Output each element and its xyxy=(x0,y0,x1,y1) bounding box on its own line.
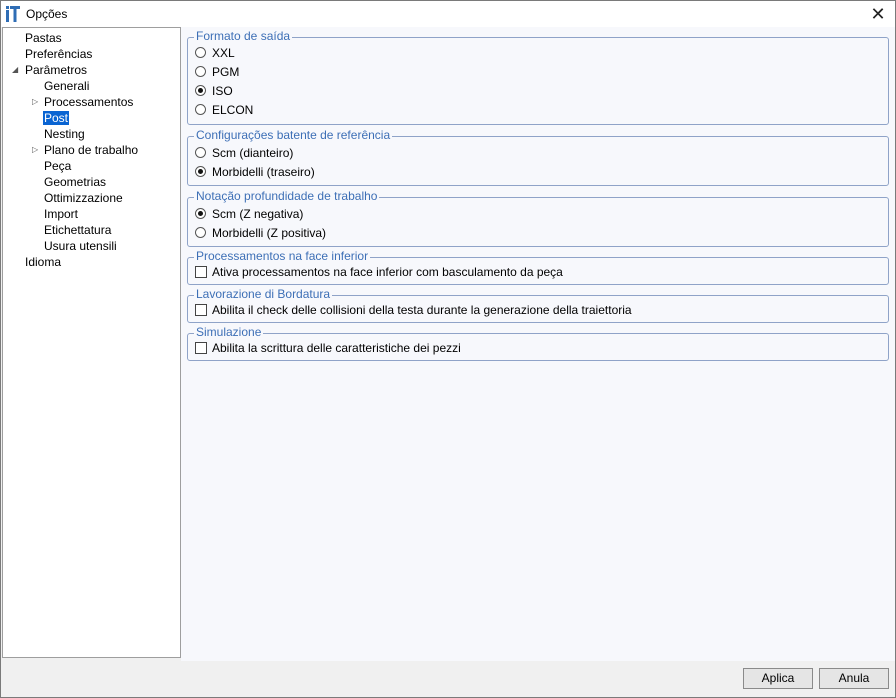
group-title: Lavorazione di Bordatura xyxy=(194,287,333,302)
tree-item-etichettatura[interactable]: Etichettatura xyxy=(43,222,112,238)
option-label: Morbidelli (traseiro) xyxy=(212,165,315,179)
tree-item-label: Peça xyxy=(44,159,72,173)
tree-item-label: Post xyxy=(43,111,70,125)
tree-item-label: Plano de trabalho xyxy=(44,143,139,157)
tree-item-label: Geometrias xyxy=(44,175,107,189)
group-lower-face: Processamentos na face inferior Ativa pr… xyxy=(187,249,889,285)
group-title: Formato de saída xyxy=(194,29,293,44)
option-label: Abilita la scrittura delle caratteristic… xyxy=(212,341,461,355)
tree-item-nesting[interactable]: Nesting xyxy=(43,126,86,142)
tree-item-post[interactable]: Post xyxy=(43,110,70,126)
tree-item-pastas[interactable]: Pastas xyxy=(24,30,63,46)
tree-item-generali[interactable]: Generali xyxy=(43,78,90,94)
radio-button[interactable] xyxy=(195,227,206,238)
tree-item-processamentos[interactable]: ▷ Processamentos xyxy=(32,94,134,110)
radio-button[interactable] xyxy=(195,147,206,158)
group-reference-stop: Configurações batente de referência Scm … xyxy=(187,128,889,186)
group-output-format: Formato de saída XXL PGM ISO ELCON xyxy=(187,29,889,125)
group-depth-notation: Notação profundidade de trabalho Scm (Z … xyxy=(187,189,889,247)
tree-item-label: Generali xyxy=(44,79,90,93)
tree-item-label: Etichettatura xyxy=(44,223,112,237)
tree-item-import[interactable]: Import xyxy=(43,206,79,222)
radio-button[interactable] xyxy=(195,166,206,177)
option-label: Scm (Z negativa) xyxy=(212,207,304,221)
tree-item-ottimizzazione[interactable]: Ottimizzazione xyxy=(43,190,124,206)
collapse-arrow-icon[interactable]: ◢ xyxy=(12,65,22,75)
option-label: Ativa processamentos na face inferior co… xyxy=(212,265,563,279)
cancel-button[interactable]: Anula xyxy=(819,668,889,689)
tree-item-idioma[interactable]: Idioma xyxy=(24,254,62,270)
option-label: Scm (dianteiro) xyxy=(212,146,294,160)
tree-item-label: Nesting xyxy=(44,127,85,141)
tree-item-label: Parâmetros xyxy=(25,63,88,77)
settings-panel: Formato de saída XXL PGM ISO ELCON Confi… xyxy=(181,27,895,661)
group-title: Notação profundidade de trabalho xyxy=(194,189,380,204)
group-edging: Lavorazione di Bordatura Abilita il chec… xyxy=(187,287,889,323)
group-title: Simulazione xyxy=(194,325,264,340)
tree-item-label: Ottimizzazione xyxy=(44,191,123,205)
option-label: ISO xyxy=(212,84,233,98)
options-dialog: Opções ✕ Pastas Preferências ◢ Parâmetros Ge… xyxy=(0,0,896,698)
checkbox[interactable] xyxy=(195,342,207,354)
expand-arrow-icon[interactable]: ▷ xyxy=(32,145,42,155)
tree-item-plano-de-trabalho[interactable]: ▷ Plano de trabalho xyxy=(32,142,139,158)
title-bar: Opções ✕ xyxy=(1,1,895,27)
close-icon[interactable]: ✕ xyxy=(861,1,895,27)
tree-item-usura-utensili[interactable]: Usura utensili xyxy=(43,238,118,254)
checkbox[interactable] xyxy=(195,304,207,316)
radio-button[interactable] xyxy=(195,104,206,115)
options-tree[interactable]: Pastas Preferências ◢ Parâmetros Generali ▷ Pr… xyxy=(2,27,181,658)
option-label: XXL xyxy=(212,46,235,60)
tree-item-prefer-ncias[interactable]: Preferências xyxy=(24,46,93,62)
window-title: Opções xyxy=(26,7,68,21)
apply-button[interactable]: Aplica xyxy=(743,668,813,689)
option-label: ELCON xyxy=(212,103,254,117)
tree-item-label: Pastas xyxy=(25,31,62,45)
radio-button[interactable] xyxy=(195,66,206,77)
tree-item-geometrias[interactable]: Geometrias xyxy=(43,174,107,190)
tree-item-par-metros[interactable]: ◢ Parâmetros xyxy=(12,62,88,78)
tree-item-label: Import xyxy=(44,207,79,221)
tree-item-label: Processamentos xyxy=(44,95,134,109)
option-label: Morbidelli (Z positiva) xyxy=(212,226,327,240)
tree-item-pe-a[interactable]: Peça xyxy=(43,158,72,174)
group-title: Processamentos na face inferior xyxy=(194,249,371,264)
tree-item-label: Preferências xyxy=(25,47,93,61)
radio-button[interactable] xyxy=(195,85,206,96)
tree-item-label: Idioma xyxy=(25,255,62,269)
group-simulation: Simulazione Abilita la scrittura delle c… xyxy=(187,325,889,361)
radio-button[interactable] xyxy=(195,47,206,58)
option-label: Abilita il check delle collisioni della … xyxy=(212,303,632,317)
radio-button[interactable] xyxy=(195,208,206,219)
option-label: PGM xyxy=(212,65,240,79)
expand-arrow-icon[interactable]: ▷ xyxy=(32,97,42,107)
app-logo-icon xyxy=(6,6,20,22)
tree-item-label: Usura utensili xyxy=(44,239,117,253)
checkbox[interactable] xyxy=(195,266,207,278)
group-title: Configurações batente de referência xyxy=(194,128,393,143)
